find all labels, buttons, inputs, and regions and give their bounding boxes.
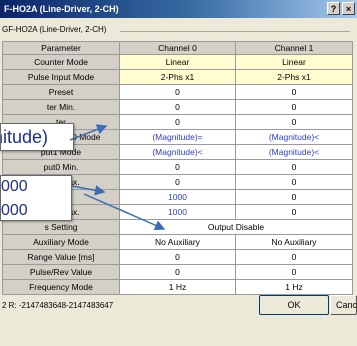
value-cell[interactable]: Linear bbox=[236, 55, 353, 70]
grid-header-row: Parameter Channel 0 Channel 1 bbox=[2, 41, 353, 55]
range-status: 2 R: -2147483648-2147483647 bbox=[2, 301, 114, 310]
table-row: Pulse/Rev Value 0 0 bbox=[2, 265, 353, 280]
value-cell[interactable]: Linear bbox=[120, 55, 236, 70]
title-bar: F-HO2A (Line-Driver, 2-CH) ? × bbox=[0, 0, 357, 18]
table-row: Frequency Mode 1 Hz 1 Hz bbox=[2, 280, 353, 295]
value-cell[interactable]: (Magnitude)< bbox=[120, 145, 236, 160]
parameter-name-cell: Pulse/Rev Value bbox=[2, 265, 120, 280]
cancel-button[interactable]: Cancel bbox=[330, 295, 357, 315]
parameter-name-cell: Pulse Input Mode bbox=[2, 70, 120, 85]
value-cell[interactable]: 0 bbox=[236, 100, 353, 115]
value-cell[interactable]: 0 bbox=[120, 265, 236, 280]
help-button[interactable]: ? bbox=[327, 2, 340, 15]
table-row: put0 Min. 0 0 bbox=[2, 160, 353, 175]
table-row: s Setting Output Disable bbox=[2, 220, 353, 235]
parameter-name-cell: Auxiliary Mode bbox=[2, 235, 120, 250]
parameter-name-cell: put0 Min. bbox=[2, 160, 120, 175]
table-row: Auxiliary Mode No Auxiliary No Auxiliary bbox=[2, 235, 353, 250]
magnitude-zoom-callout: nitude) bbox=[0, 123, 74, 151]
zoom-magnitude-text: nitude) bbox=[1, 127, 49, 147]
value-cell[interactable]: 0 bbox=[236, 85, 353, 100]
close-button[interactable]: × bbox=[342, 2, 355, 15]
ok-button[interactable]: OK bbox=[259, 295, 329, 315]
column-header: Channel 0 bbox=[120, 41, 236, 55]
parameter-name-cell: Counter Mode bbox=[2, 55, 120, 70]
parameter-name-cell: Preset bbox=[2, 85, 120, 100]
value-cell[interactable]: 0 bbox=[120, 160, 236, 175]
value-cell[interactable]: 2-Phs x1 bbox=[236, 70, 353, 85]
value-cell[interactable]: Output Disable bbox=[120, 220, 353, 235]
title-bar-buttons: ? × bbox=[327, 2, 355, 15]
zoom-value-b: 000 bbox=[1, 202, 28, 219]
value-cell[interactable]: No Auxiliary bbox=[120, 235, 236, 250]
value-cell[interactable]: 0 bbox=[120, 85, 236, 100]
value-cell[interactable]: 1000 bbox=[120, 205, 236, 220]
value-cell[interactable]: 2-Phs x1 bbox=[120, 70, 236, 85]
table-row: ter Min. 0 0 bbox=[2, 100, 353, 115]
value-cell[interactable]: (Magnitude)< bbox=[236, 145, 353, 160]
value-cell[interactable]: 0 bbox=[236, 205, 353, 220]
value-cell[interactable]: 1 Hz bbox=[236, 280, 353, 295]
value-cell[interactable]: No Auxiliary bbox=[236, 235, 353, 250]
zoom-value-a: 000 bbox=[1, 178, 28, 195]
parameter-name-cell: Range Value [ms] bbox=[2, 250, 120, 265]
value-cell[interactable]: 0 bbox=[236, 190, 353, 205]
value-cell[interactable]: 0 bbox=[236, 250, 353, 265]
window-title: F-HO2A (Line-Driver, 2-CH) bbox=[4, 4, 119, 14]
value-zoom-callout: 000 000 bbox=[0, 175, 72, 221]
parameter-name-cell: ter Min. bbox=[2, 100, 120, 115]
value-cell[interactable]: 0 bbox=[236, 160, 353, 175]
column-header: Channel 1 bbox=[236, 41, 353, 55]
parameter-name-cell: s Setting bbox=[2, 220, 120, 235]
column-header: Parameter bbox=[2, 41, 120, 55]
value-cell[interactable]: (Magnitude)= bbox=[120, 130, 236, 145]
table-row: Range Value [ms] 0 0 bbox=[2, 250, 353, 265]
group-divider bbox=[120, 31, 350, 32]
module-label: GF-HO2A (Line-Driver, 2-CH) bbox=[2, 25, 107, 34]
value-cell[interactable]: 1000 bbox=[120, 190, 236, 205]
parameter-grid: Parameter Channel 0 Channel 1 Counter Mode L… bbox=[2, 41, 353, 295]
parameter-name-cell: Frequency Mode bbox=[2, 280, 120, 295]
table-row: Pulse Input Mode 2-Phs x1 2-Phs x1 bbox=[2, 70, 353, 85]
value-cell[interactable]: 0 bbox=[120, 115, 236, 130]
value-cell[interactable]: (Magnitude)< bbox=[236, 130, 353, 145]
value-cell[interactable]: 0 bbox=[120, 100, 236, 115]
value-cell[interactable]: 0 bbox=[236, 175, 353, 190]
value-cell[interactable]: 0 bbox=[120, 175, 236, 190]
value-cell[interactable]: 1 Hz bbox=[120, 280, 236, 295]
table-row: Counter Mode Linear Linear bbox=[2, 55, 353, 70]
value-cell[interactable]: 0 bbox=[236, 265, 353, 280]
value-cell[interactable]: 0 bbox=[120, 250, 236, 265]
table-row: Preset 0 0 bbox=[2, 85, 353, 100]
value-cell[interactable]: 0 bbox=[236, 115, 353, 130]
